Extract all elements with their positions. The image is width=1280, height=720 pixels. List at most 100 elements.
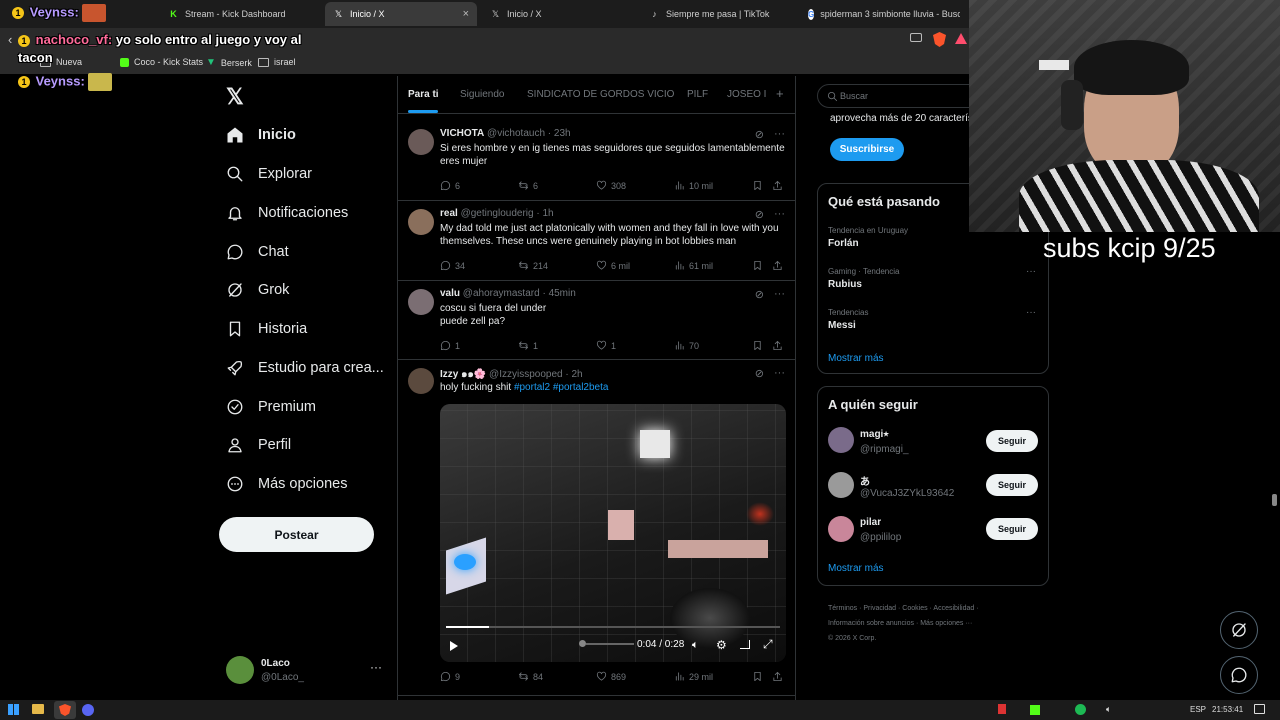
spotify-icon[interactable] <box>1075 704 1086 715</box>
tab-kick-dashboard[interactable]: K Stream - Kick Dashboard <box>160 2 320 26</box>
video-progress-track[interactable] <box>446 626 780 628</box>
share-button[interactable] <box>772 340 783 351</box>
views-button[interactable]: 70 <box>674 340 699 351</box>
language-indicator[interactable]: ESP <box>1190 705 1206 714</box>
volume-icon[interactable]: 🔈︎ <box>692 639 699 652</box>
more-icon[interactable]: ··· <box>774 128 785 141</box>
tweet-author-name[interactable]: valu <box>440 288 460 299</box>
views-button[interactable]: 61 mil <box>674 260 713 271</box>
tab-tiktok[interactable]: ♪ Siempre me pasa | TikTok <box>641 2 799 26</box>
brave-shield-icon[interactable] <box>933 32 946 47</box>
post-button[interactable]: Postear <box>219 517 374 552</box>
tweet-author-handle[interactable]: @vichotauch <box>487 128 545 139</box>
like-button[interactable]: 869 <box>596 671 626 682</box>
tab-joseo[interactable]: JOSEO I <box>727 89 766 100</box>
tab-inicio-x[interactable]: 𝕏 Inicio / X <box>482 2 632 26</box>
fullscreen-icon[interactable]: ⤢ <box>763 637 773 652</box>
nav-item-premium[interactable]: Premium <box>226 398 316 416</box>
bookmark-button[interactable] <box>752 671 763 682</box>
tweet-author-handle[interactable]: @Izzyisspooped <box>489 369 563 380</box>
rewards-icon[interactable] <box>955 33 967 44</box>
tweet-time[interactable]: 23h <box>554 128 571 139</box>
notifications-icon[interactable] <box>1254 704 1265 714</box>
tab-google-search[interactable]: G spiderman 3 simbionte lluvia - Busc <box>800 2 960 26</box>
views-button[interactable]: 29 mil <box>674 671 713 682</box>
x-logo-icon[interactable]: 𝕏 <box>226 84 244 110</box>
tweet[interactable]: VICHOTA @vichotauch · 23h ⊘ ··· Si eres h… <box>398 121 795 201</box>
repost-button[interactable]: 6 <box>518 180 538 191</box>
kick-tray-icon[interactable] <box>1030 705 1040 715</box>
tweet-hashtags[interactable]: #portal2 #portal2beta <box>514 382 609 393</box>
grok-icon[interactable]: ⊘ <box>755 288 764 301</box>
follow-button[interactable]: Seguir <box>986 518 1038 540</box>
show-more-link[interactable]: Mostrar más <box>828 353 884 364</box>
reply-button[interactable]: 9 <box>440 671 460 682</box>
grok-icon[interactable]: ⊘ <box>755 367 764 380</box>
more-icon[interactable]: ··· <box>1026 266 1036 277</box>
more-icon[interactable]: ··· <box>1026 307 1036 318</box>
grok-icon[interactable]: ⊘ <box>755 208 764 221</box>
nav-item-estudio[interactable]: Estudio para crea... <box>226 359 384 377</box>
nav-item-notificaciones[interactable]: Notificaciones <box>226 204 348 222</box>
volume-slider-knob[interactable] <box>579 640 586 647</box>
share-button[interactable] <box>772 671 783 682</box>
show-more-link[interactable]: Mostrar más <box>828 563 884 574</box>
share-button[interactable] <box>772 260 783 271</box>
nav-item-explorar[interactable]: Explorar <box>226 165 312 183</box>
clock[interactable]: 21:53:41 <box>1212 705 1243 714</box>
tab-sindicato[interactable]: SINDICATO DE GORDOS VICIO <box>527 89 674 100</box>
settings-icon[interactable]: ⚙︎ <box>716 638 727 652</box>
tweet-video[interactable]: 0:04 / 0:28 🔈︎ ⚙︎ ⤢ <box>440 404 786 662</box>
avatar[interactable] <box>408 289 434 315</box>
nav-item-chat[interactable]: Chat <box>226 243 289 261</box>
tray-icon[interactable] <box>998 704 1006 714</box>
reply-button[interactable]: 1 <box>440 340 460 351</box>
play-icon[interactable] <box>450 641 458 651</box>
bookmark-button[interactable] <box>752 180 763 191</box>
footer-line[interactable]: Términos · Privacidad · Cookies · Accesi… <box>828 601 979 616</box>
volume-slider[interactable] <box>586 643 634 645</box>
tab-inicio-x-active[interactable]: 𝕏 Inicio / X × <box>325 2 477 26</box>
grok-fab[interactable] <box>1220 611 1258 649</box>
close-tab-icon[interactable]: × <box>463 8 469 20</box>
tweet-author-handle[interactable]: @ahoraymastard <box>463 288 540 299</box>
bookmark-button[interactable] <box>752 340 763 351</box>
tweet-author-name[interactable]: VICHOTA <box>440 128 484 139</box>
scrollbar-thumb[interactable] <box>1272 494 1277 506</box>
footer-line[interactable]: Información sobre anuncios · Más opcione… <box>828 616 979 631</box>
tab-para-ti[interactable]: Para ti <box>408 89 439 100</box>
more-icon[interactable]: ··· <box>774 367 785 380</box>
nav-item-inicio[interactable]: Inicio <box>226 126 296 144</box>
avatar[interactable] <box>828 516 854 542</box>
avatar[interactable] <box>828 427 854 453</box>
pip-icon[interactable] <box>740 640 750 649</box>
avatar[interactable] <box>408 129 434 155</box>
cast-icon[interactable] <box>910 33 922 42</box>
tweet-time[interactable]: 45min <box>549 288 576 299</box>
tweet[interactable]: Izzy ๑๑🌸 @Izzyisspooped · 2h ⊘ ··· holy f… <box>398 360 795 696</box>
tweet-author-handle[interactable]: @getinglouderig <box>461 208 534 219</box>
avatar[interactable] <box>828 472 854 498</box>
like-button[interactable]: 1 <box>596 340 616 351</box>
like-button[interactable]: 6 mil <box>596 260 630 271</box>
tweet-time[interactable]: 1h <box>542 208 553 219</box>
windows-start-icon[interactable] <box>8 704 19 715</box>
nav-item-mas-opciones[interactable]: Más opciones <box>226 475 347 493</box>
follow-button[interactable]: Seguir <box>986 474 1038 496</box>
tweet-time[interactable]: 2h <box>571 369 582 380</box>
messages-fab[interactable] <box>1220 656 1258 694</box>
avatar[interactable] <box>408 209 434 235</box>
nav-item-grok[interactable]: Grok <box>226 281 289 299</box>
tweet[interactable]: real @getinglouderig · 1h ⊘ ··· My dad to… <box>398 201 795 281</box>
tab-siguiendo[interactable]: Siguiendo <box>460 89 504 100</box>
avatar[interactable] <box>408 368 434 394</box>
tweet-author-name[interactable]: real <box>440 208 458 219</box>
repost-button[interactable]: 214 <box>518 260 548 271</box>
tweet-author-name[interactable]: Izzy ๑๑🌸 <box>440 369 486 380</box>
tweet[interactable]: valu @ahoraymastard · 45min ⊘ ··· coscu s… <box>398 281 795 360</box>
follow-button[interactable]: Seguir <box>986 430 1038 452</box>
back-icon[interactable]: ‹ <box>8 32 12 47</box>
nav-item-perfil[interactable]: Perfil <box>226 436 291 454</box>
account-switcher[interactable]: 0Laco @0Laco_ ··· <box>226 656 384 686</box>
volume-icon[interactable]: 🔈︎ <box>1106 704 1111 715</box>
